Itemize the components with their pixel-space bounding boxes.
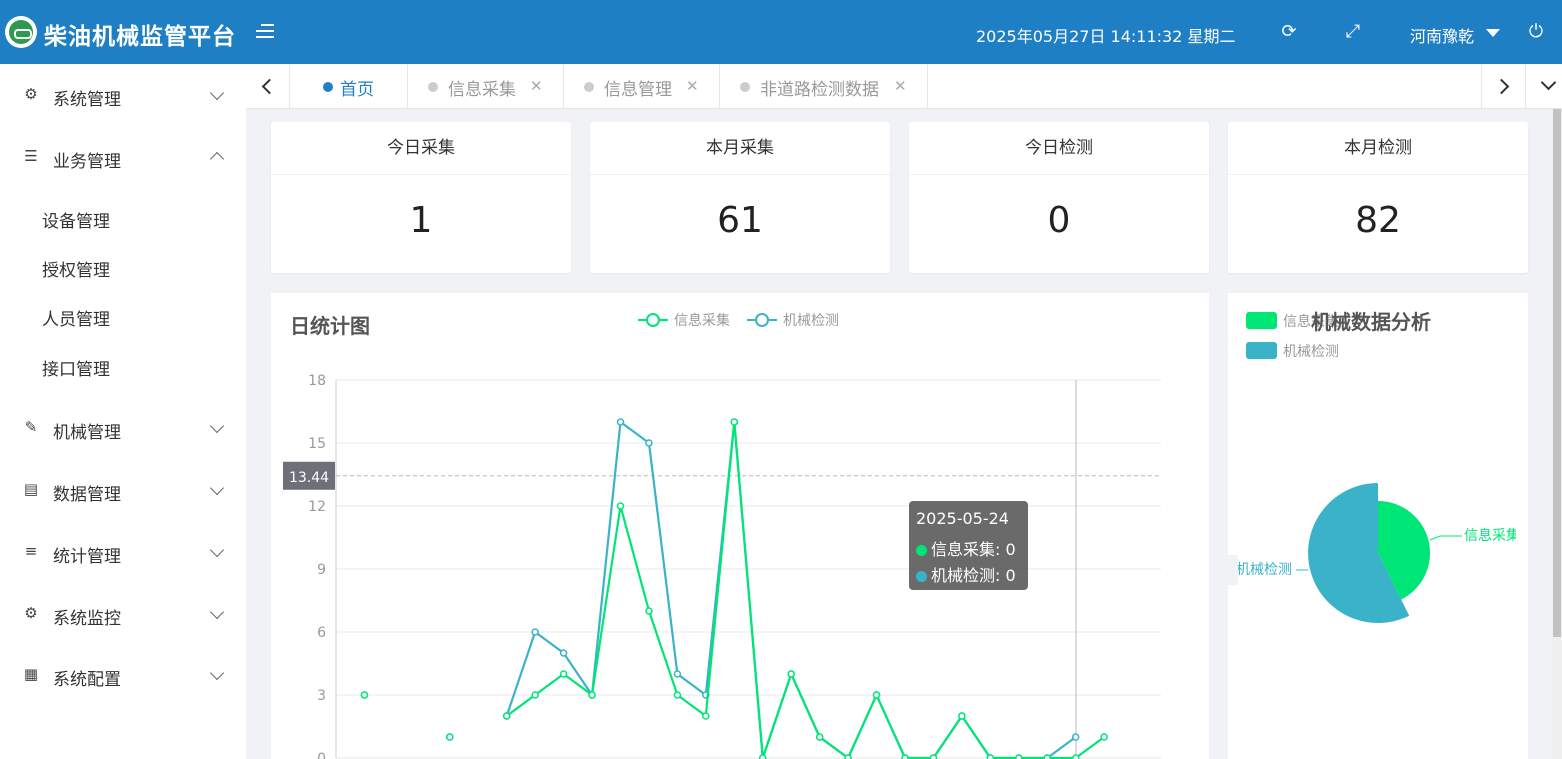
data-point <box>815 733 824 741</box>
data-point <box>559 649 568 657</box>
series-line-detect <box>505 419 1077 759</box>
pie-clip-left <box>1210 555 1238 585</box>
data-point <box>872 691 881 699</box>
data-point <box>1071 733 1080 741</box>
data-point <box>1071 754 1080 759</box>
data-point <box>673 691 682 699</box>
data-point <box>759 754 767 759</box>
data-point <box>360 691 369 699</box>
data-point <box>502 712 511 720</box>
pie-label-collect: 信息采集 <box>1464 527 1520 544</box>
data-point <box>1015 754 1023 759</box>
data-point <box>645 607 653 615</box>
series-line-collect <box>506 421 1105 759</box>
legend-swatch <box>1246 342 1277 359</box>
legend-marker <box>646 313 660 327</box>
legend-dot <box>916 545 927 556</box>
legend-marker <box>755 313 769 327</box>
legend-swatch <box>1246 312 1277 329</box>
page-scrollbar[interactable] <box>1552 109 1562 759</box>
y-tick-label: 15 <box>308 436 326 452</box>
data-point <box>673 670 682 678</box>
pie-label-line <box>1429 535 1462 541</box>
legend-label: 信息采集 <box>674 312 730 329</box>
data-point <box>531 628 539 636</box>
data-point <box>929 754 938 759</box>
data-point <box>901 754 909 759</box>
crosshair-label: 13.44 <box>289 470 329 486</box>
y-tick-label: 3 <box>317 688 326 704</box>
tooltip-date: 2025-05-24 <box>916 509 1009 528</box>
y-tick-label: 0 <box>317 751 326 759</box>
legend-label: 机械检测 <box>783 313 839 329</box>
tooltip-row-detect: 机械检测: 0 <box>916 562 1016 586</box>
data-point <box>958 712 966 720</box>
legend-label: 机械检测 <box>1283 344 1339 360</box>
data-point <box>588 691 596 699</box>
data-point <box>844 754 852 759</box>
data-point <box>616 502 625 510</box>
scrollbar-thumb[interactable] <box>1553 109 1561 637</box>
y-tick-label: 6 <box>317 625 326 641</box>
pie-clip-right <box>1516 520 1528 550</box>
data-point <box>446 733 454 741</box>
data-point <box>1043 754 1051 759</box>
data-point <box>986 754 995 759</box>
chart-tooltip: 2025-05-24 信息采集: 0 机械检测: 0 <box>909 501 1028 590</box>
pie-label-detect: 机械检测 <box>1236 562 1292 578</box>
data-point <box>702 712 710 720</box>
data-point <box>616 418 625 426</box>
tooltip-row-collect: 信息采集: 0 <box>916 536 1016 560</box>
y-tick-label: 18 <box>308 373 326 389</box>
y-tick-label: 9 <box>317 562 326 578</box>
y-tick-label: 12 <box>308 499 326 515</box>
legend-dot <box>916 571 927 582</box>
data-point <box>645 439 653 447</box>
data-point <box>531 691 539 699</box>
pie-chart-title: 机械数据分析 <box>1311 310 1431 334</box>
data-point <box>559 670 568 678</box>
data-point <box>730 418 739 426</box>
data-point <box>787 670 795 678</box>
tooltip-detect-text: 机械检测: 0 <box>931 566 1016 585</box>
tooltip-collect-text: 信息采集: 0 <box>931 540 1016 559</box>
charts-canvas: 036912151813.44信息采集 机械检测信息采集机械检测信息采集机械检测机… <box>283 310 1528 759</box>
data-point <box>1100 733 1108 741</box>
